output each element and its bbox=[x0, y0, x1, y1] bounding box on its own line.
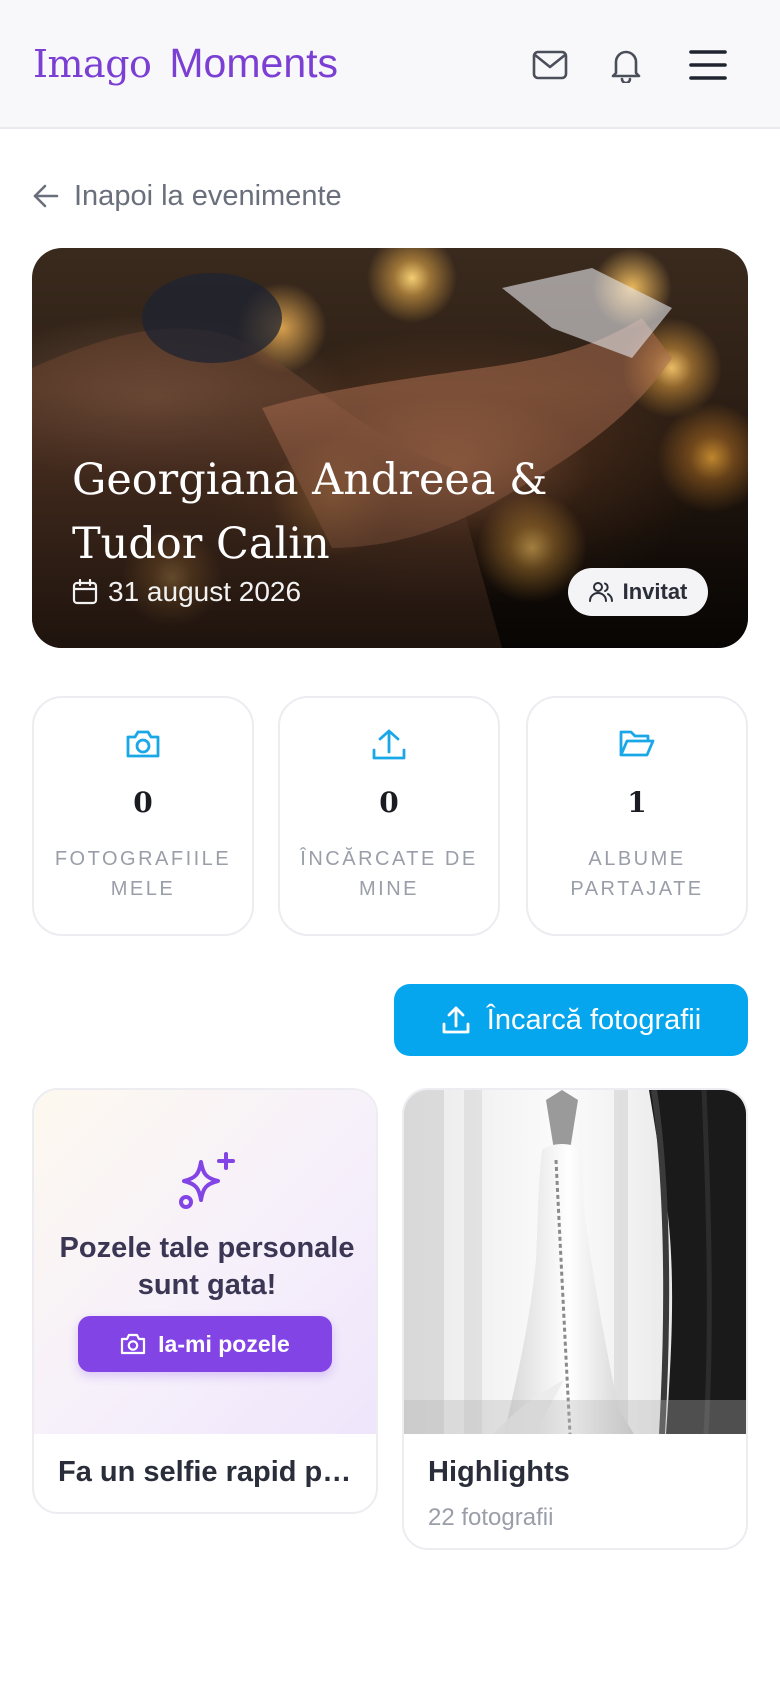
get-my-photos-button[interactable]: Ia-mi pozele bbox=[78, 1316, 332, 1372]
album-title: Highlights bbox=[428, 1456, 570, 1488]
album-photo-count: 22 fotografii bbox=[428, 1504, 554, 1531]
folder-icon bbox=[528, 728, 746, 760]
stat-uploaded-by-me[interactable]: 0 ÎNCĂRCATE DE MINE bbox=[278, 696, 500, 936]
selfie-message: Pozele tale personale sunt gata! bbox=[59, 1232, 355, 1301]
logo-word-imago: Imago bbox=[33, 42, 152, 86]
arrow-left-icon bbox=[33, 184, 59, 208]
upload-icon bbox=[442, 1006, 470, 1034]
sparkles-icon bbox=[179, 1152, 235, 1209]
mail-icon[interactable] bbox=[525, 40, 575, 90]
upload-icon bbox=[280, 728, 498, 762]
event-date: 31 august 2026 bbox=[72, 576, 301, 608]
back-link-label: Inapoi la evenimente bbox=[74, 179, 342, 212]
stat-my-photos[interactable]: 0 FOTOGRAFIILE MELE bbox=[32, 696, 254, 936]
event-title-line-2: Tudor Calin bbox=[72, 519, 330, 569]
calendar-icon bbox=[72, 579, 98, 605]
menu-icon[interactable] bbox=[683, 40, 733, 90]
stat-shared-albums[interactable]: 1 ALBUME PARTAJATE bbox=[526, 696, 748, 936]
stat-value: 0 bbox=[379, 786, 399, 819]
logo-word-moments: Moments bbox=[169, 40, 339, 86]
selfie-promo: Pozele tale personale sunt gata! Ia-mi p… bbox=[34, 1090, 376, 1434]
upload-photos-label: Încarcă fotografii bbox=[486, 1003, 702, 1036]
stat-label: ÎNCĂRCATE DE MINE bbox=[300, 848, 478, 900]
app-logo[interactable]: Imago Moments bbox=[33, 40, 338, 90]
camera-icon bbox=[121, 1333, 146, 1355]
camera-icon bbox=[34, 728, 252, 760]
top-bar: Imago Moments bbox=[0, 0, 780, 129]
get-my-photos-label: Ia-mi pozele bbox=[158, 1330, 290, 1357]
stat-label: FOTOGRAFIILE MELE bbox=[54, 848, 232, 900]
role-badge: Invitat bbox=[568, 568, 708, 616]
event-title: Georgiana Andreea & Tudor Calin bbox=[72, 448, 552, 576]
stat-value: 1 bbox=[627, 786, 647, 819]
users-icon bbox=[588, 582, 613, 602]
stat-label: ALBUME PARTAJATE bbox=[570, 848, 704, 900]
stat-value: 0 bbox=[133, 786, 153, 819]
role-badge-label: Invitat bbox=[622, 579, 688, 604]
album-card-selfie[interactable]: Pozele tale personale sunt gata! Ia-mi p… bbox=[32, 1088, 378, 1514]
album-card-highlights[interactable]: Highlights 22 fotografii bbox=[402, 1088, 748, 1550]
event-date-text: 31 august 2026 bbox=[108, 576, 302, 607]
album-title: Fa un selfie rapid pentru pozele tale bbox=[58, 1456, 358, 1488]
back-to-events-link[interactable]: Inapoi la evenimente bbox=[32, 176, 342, 216]
event-hero-card: Georgiana Andreea & Tudor Calin 31 augus… bbox=[32, 248, 748, 648]
album-cover-photo bbox=[404, 1090, 746, 1434]
bell-icon[interactable] bbox=[601, 40, 651, 90]
event-title-line-1: Georgiana Andreea & bbox=[72, 455, 548, 505]
upload-photos-button[interactable]: Încarcă fotografii bbox=[394, 984, 748, 1056]
